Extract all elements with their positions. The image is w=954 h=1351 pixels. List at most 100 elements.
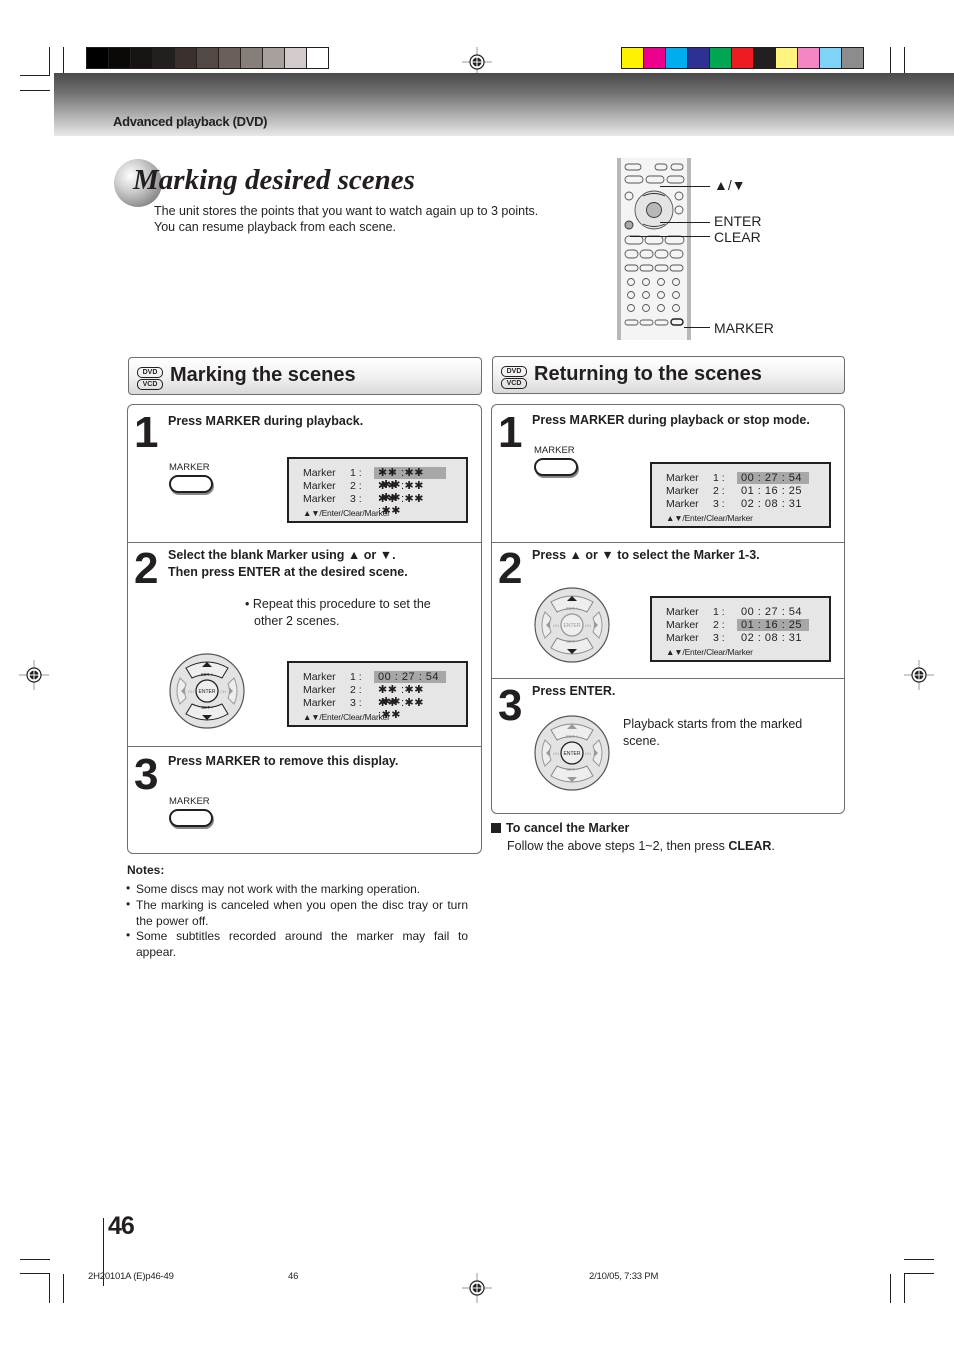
color-swatch [710, 48, 731, 68]
osd-marker-row: Marker 3 : ✱✱ :✱✱ :✱✱ [303, 493, 446, 517]
page-title: Marking desired scenes [133, 164, 415, 196]
osd-marker-number: 2 : [713, 619, 725, 631]
svg-text:CH: CH [553, 751, 559, 756]
crop-mark [20, 75, 50, 76]
dpad-icon: ENTER SET + SET - CH CH [533, 714, 611, 792]
svg-text:CH: CH [553, 623, 559, 628]
osd-marker-number: 2 : [350, 480, 362, 492]
osd-marker-number: 3 : [713, 632, 725, 644]
osd-marker-label: Marker [666, 619, 699, 631]
notes-title: Notes: [127, 863, 165, 877]
crop-mark [20, 1273, 50, 1274]
section-title: Marking the scenes [170, 364, 356, 386]
step-instruction: Press MARKER during playback or stop mod… [532, 413, 810, 427]
osd-marker-label: Marker [666, 606, 699, 618]
cancel-title-text: To cancel the Marker [506, 821, 630, 835]
osd-marker-label: Marker [303, 493, 336, 505]
osd-marker-row: Marker 1 : 00 : 27 : 54 [666, 606, 809, 618]
osd-marker-label: Marker [303, 467, 336, 479]
color-swatch [175, 48, 196, 68]
dpad-graphic: ENTER SET + SET - CH CH [169, 653, 245, 729]
color-swatch [109, 48, 130, 68]
osd-marker-label: Marker [303, 684, 336, 696]
marker-button-icon [534, 458, 578, 476]
osd-marker-time: 02 : 08 : 31 [741, 632, 803, 644]
page-number: 46 [108, 1212, 135, 1240]
color-swatch [688, 48, 709, 68]
note-item: Some discs may not work with the marking… [126, 881, 468, 898]
returning-steps-panel: 1 Press MARKER during playback or stop m… [491, 404, 845, 814]
osd-marker-time: ✱✱ :✱✱ :✱✱ [378, 480, 424, 504]
color-calibration-bar [621, 47, 864, 69]
osd-marker-label: Marker [666, 632, 699, 644]
osd-footer: ▲▼/Enter/Clear/Marker [303, 508, 390, 518]
remote-label-clear: CLEAR [714, 229, 761, 245]
step-note-line: other 2 scenes. [254, 614, 340, 628]
osd-display: Marker 1 : 00 : 27 : 54 Marker 2 : ✱✱ :✱✱ :✱✱… [287, 661, 468, 727]
osd-marker-label: Marker [303, 671, 336, 683]
osd-marker-time: 00 : 27 : 54 [741, 606, 803, 618]
color-swatch [131, 48, 152, 68]
color-swatch [197, 48, 218, 68]
osd-marker-row: Marker 2 : ✱✱ :✱✱ :✱✱ [303, 480, 446, 504]
osd-marker-row: Marker 3 : ✱✱ :✱✱ :✱✱ [303, 697, 446, 721]
footer-timestamp: 2/10/05, 7:33 PM [589, 1271, 659, 1282]
svg-text:ENTER: ENTER [564, 623, 581, 629]
osd-marker-time: ✱✱ :✱✱ :✱✱ [378, 493, 424, 517]
color-swatch [153, 48, 174, 68]
osd-footer: ▲▼/Enter/Clear/Marker [666, 647, 753, 657]
osd-marker-row: Marker 3 : 02 : 08 : 31 [666, 632, 809, 644]
osd-display: Marker 1 : ✱✱ :✱✱ :✱✱ Marker 2 : ✱✱ :✱✱ :✱✱ Ma… [287, 457, 468, 523]
cancel-body-suffix: . [771, 839, 775, 853]
osd-marker-number: 1 : [713, 606, 725, 618]
dvd-badge: DVD [137, 367, 163, 378]
remote-label-enter: ENTER [714, 213, 762, 229]
osd-display: Marker 1 : 00 : 27 : 54 Marker 2 : 01 : 16 : … [650, 462, 831, 528]
button-label: MARKER [534, 445, 575, 456]
osd-marker-row: Marker 1 : 00 : 27 : 54 [666, 472, 809, 484]
svg-text:SET +: SET + [201, 672, 214, 677]
step-number: 1 [134, 408, 159, 457]
intro-text: The unit stores the points that you want… [154, 203, 538, 235]
footer-page: 46 [288, 1271, 299, 1282]
marker-button-icon [169, 809, 213, 827]
divider [128, 746, 481, 747]
osd-marker-number: 2 : [350, 684, 362, 696]
step-note-line: • Repeat this procedure to set the [245, 597, 431, 611]
crop-mark [63, 1274, 64, 1303]
osd-marker-label: Marker [303, 480, 336, 492]
footer-file: 2H20101A (E)p46-49 [88, 1271, 174, 1282]
osd-marker-time: 00 : 27 : 54 [374, 671, 446, 683]
svg-text:CH: CH [585, 623, 591, 628]
cancel-marker-title: To cancel the Marker [491, 821, 629, 835]
step-number: 1 [498, 408, 523, 457]
cancel-body-text: Follow the above steps 1~2, then press [507, 839, 729, 853]
intro-line: The unit stores the points that you want… [154, 204, 539, 218]
registration-mark-icon [19, 660, 49, 690]
svg-text:CH: CH [585, 751, 591, 756]
osd-marker-time: ✱✱ :✱✱ :✱✱ [374, 467, 446, 491]
color-swatch [219, 48, 240, 68]
color-swatch [87, 48, 108, 68]
divider [492, 542, 844, 543]
crop-mark [904, 1273, 905, 1303]
svg-text:SET -: SET - [566, 767, 578, 772]
osd-marker-time: 01 : 16 : 25 [741, 485, 803, 497]
button-label: MARKER [169, 796, 210, 807]
color-swatch [842, 48, 863, 68]
step-instruction: Press MARKER to remove this display. [168, 754, 399, 768]
registration-mark-icon [462, 1273, 492, 1303]
color-swatch [263, 48, 284, 68]
gray-calibration-bar [86, 47, 329, 69]
svg-text:ENTER: ENTER [199, 689, 216, 695]
step-number: 3 [498, 681, 523, 730]
crop-mark [20, 1259, 50, 1260]
section-header-returning: DVD VCD Returning to the scenes [492, 356, 845, 394]
osd-marker-number: 1 : [350, 671, 362, 683]
color-swatch [666, 48, 687, 68]
button-label: MARKER [169, 462, 210, 473]
section-title: Returning to the scenes [534, 363, 762, 385]
color-swatch [285, 48, 306, 68]
osd-marker-label: Marker [303, 697, 336, 709]
divider [492, 678, 844, 679]
